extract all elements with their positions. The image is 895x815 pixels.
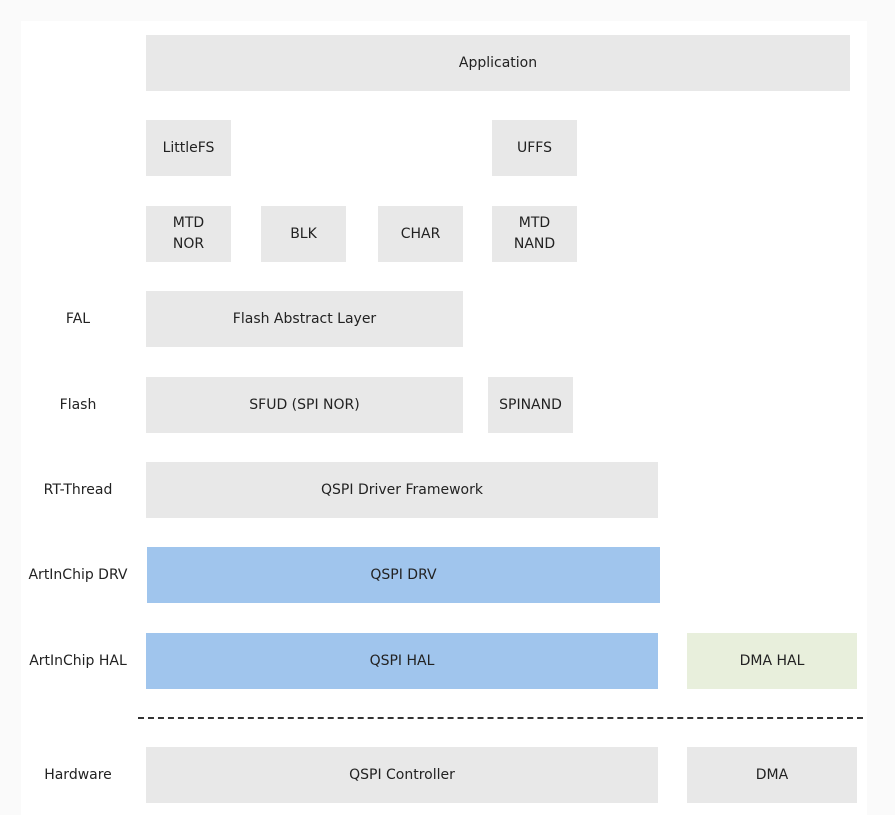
uffs-box: UFFS [492,120,577,176]
application-box: Application [146,35,850,91]
row-label-rtthread: RT-Thread [43,482,113,498]
qspi-framework-box: QSPI Driver Framework [146,462,658,518]
qspi-hal-box: QSPI HAL [146,633,658,689]
row-label-hardware: Hardware [44,767,112,783]
mtd-nor-box: MTD NOR [146,206,231,262]
row-label-drv: ArtInChip DRV [28,567,128,583]
row-label-flash: Flash [59,397,97,413]
fal-box: Flash Abstract Layer [146,291,463,347]
row-label-hal: ArtInChip HAL [29,653,127,669]
littlefs-box: LittleFS [146,120,231,176]
dma-box: DMA [687,747,857,803]
dma-hal-box: DMA HAL [687,633,857,689]
spinand-box: SPINAND [488,377,573,433]
row-label-fal: FAL [65,311,91,327]
mtd-nand-box: MTD NAND [492,206,577,262]
blk-box: BLK [261,206,346,262]
qspi-controller-box: QSPI Controller [146,747,658,803]
sfud-box: SFUD (SPI NOR) [146,377,463,433]
qspi-drv-box: QSPI DRV [147,547,660,603]
hardware-divider [138,717,863,719]
char-box: CHAR [378,206,463,262]
